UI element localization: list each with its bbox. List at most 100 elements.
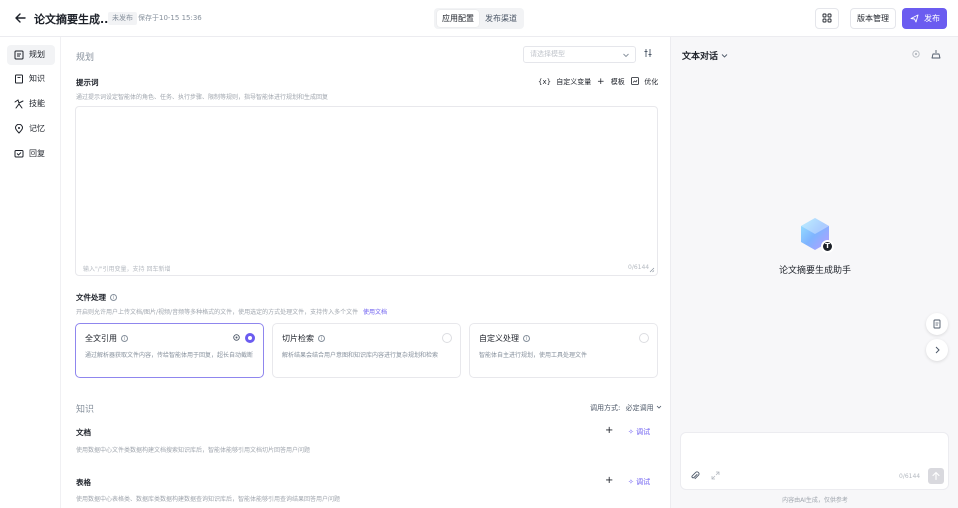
card-title-text: 全文引用: [85, 334, 117, 343]
chevron-down-icon: [623, 53, 629, 58]
tab-publish-channels[interactable]: 发布渠道: [480, 10, 522, 27]
model-select[interactable]: 请选择模型: [523, 46, 636, 63]
gear-icon[interactable]: [232, 333, 241, 342]
info-icon: i: [523, 335, 530, 342]
call-mode-label: 调用方式:: [590, 404, 621, 412]
nav-label: 记忆: [29, 124, 45, 133]
chat-counter: 0/6144: [899, 473, 921, 480]
file-processing-label: 文件处理 i: [76, 292, 117, 303]
version-management-button[interactable]: 版本管理: [850, 8, 896, 29]
chat-mode-label: 文本对话: [682, 52, 719, 62]
info-icon: i: [121, 335, 128, 342]
optimize-icon: [631, 77, 639, 85]
attachment-icon[interactable]: [690, 471, 700, 481]
info-icon: i: [318, 335, 325, 342]
radio-unselected[interactable]: [442, 333, 452, 343]
knowledge-doc-label: 文档: [76, 428, 91, 437]
doc-icon: [14, 50, 24, 60]
nav-item-plan[interactable]: 规划: [7, 45, 55, 65]
memory-icon: [14, 124, 24, 134]
radio-selected[interactable]: [245, 333, 255, 343]
publish-label: 发布: [924, 14, 940, 23]
chevron-down-icon: [721, 54, 728, 58]
call-mode-value: 必定调用: [625, 404, 654, 412]
expand-icon[interactable]: [711, 471, 720, 480]
prompt-textarea[interactable]: 输入"/"引用变量，支持 回车新增 0/6144: [75, 106, 658, 276]
file-processing-desc: 开启则允许用户上传文档/图片/视频/音频等多种格式的文件，使用选定的方式处理文件…: [76, 307, 387, 316]
nav-item-skills[interactable]: 技能: [7, 94, 55, 114]
send-icon: [910, 14, 919, 23]
custom-variable-button[interactable]: {x} 自定义变量: [538, 77, 591, 87]
reply-icon: [14, 150, 24, 158]
template-label: 模板: [610, 78, 625, 86]
section-heading-knowledge: 知识: [76, 405, 95, 415]
settings-gear-icon[interactable]: [911, 49, 921, 59]
prompt-desc: 通过提示词设定智能体的角色、任务、执行步骤、限制等规则，指导智能体进行规划和生成…: [76, 94, 329, 101]
publish-button[interactable]: 发布: [902, 8, 947, 29]
knowledge-table-label: 表格: [76, 478, 91, 487]
nav-item-reply[interactable]: 回复: [7, 144, 55, 164]
add-doc-plus-icon[interactable]: +: [605, 425, 613, 436]
card-title: 全文引用 i: [85, 333, 128, 344]
back-arrow-icon[interactable]: [13, 11, 27, 25]
avatar-letter-badge: T: [821, 240, 834, 253]
card-title-text: 切片检索: [282, 334, 314, 343]
tab-app-config[interactable]: 应用配置: [437, 10, 479, 27]
debug-doc-button[interactable]: ✧ 调试: [628, 427, 650, 437]
nav-label: 知识: [29, 74, 45, 83]
nav-item-memory[interactable]: 记忆: [7, 119, 55, 139]
book-icon: [15, 74, 23, 84]
file-option-custom[interactable]: 自定义处理 i 智能体自主进行规划，使用工具处理文件: [469, 323, 658, 378]
call-mode-select[interactable]: 调用方式: 必定调用: [590, 403, 662, 413]
config-tabs: 应用配置 发布渠道: [434, 8, 524, 29]
document-icon: [933, 319, 941, 329]
card-desc: 通过解析器获取文件内容，传给智能体用于回复，超长自动截断: [85, 352, 254, 359]
app-title: 论文摘要生成...: [34, 13, 113, 26]
chevron-down-icon: [656, 405, 662, 409]
clear-history-icon[interactable]: [931, 49, 941, 59]
optimize-label: 优化: [644, 78, 659, 86]
left-nav: 规划 知识 技能 记忆 回复: [0, 37, 61, 508]
radio-unselected[interactable]: [639, 333, 649, 343]
chat-mode-select[interactable]: 文本对话: [682, 49, 728, 62]
card-title-text: 自定义处理: [479, 334, 519, 343]
chevron-right-icon: [935, 346, 940, 354]
knowledge-doc-desc: 使用数据中心文件类数据构建文档搜索知识库后，智能体能够引用文档切片回答用户问题: [76, 447, 311, 454]
nav-label: 规划: [29, 50, 45, 59]
optimize-button[interactable]: 优化: [631, 77, 658, 87]
model-placeholder: 请选择模型: [530, 50, 565, 58]
template-button[interactable]: + 模板: [597, 77, 625, 87]
skill-icon: [14, 99, 24, 109]
custom-variable-label: 自定义变量: [556, 78, 592, 86]
expand-button[interactable]: [926, 339, 948, 361]
status-badge: 未发布: [108, 12, 137, 25]
card-title: 自定义处理 i: [479, 333, 530, 344]
top-bar: 论文摘要生成... 未发布 保存于10-15 15:36 应用配置 发布渠道 版…: [0, 0, 958, 37]
file-option-fulltext[interactable]: 全文引用 i 通过解析器获取文件内容，传给智能体用于回复，超长自动截断: [75, 323, 264, 378]
debug-table-button[interactable]: ✧ 调试: [628, 477, 650, 487]
send-button[interactable]: [928, 468, 944, 484]
notes-button[interactable]: [926, 313, 948, 335]
file-option-slice-search[interactable]: 切片检索 i 解析结果会结合用户意图和知识库内容进行复杂规划和检索: [272, 323, 461, 378]
prompt-placeholder: 输入"/"引用变量，支持 回车新增: [83, 266, 171, 273]
nav-label: 回复: [29, 149, 45, 158]
arrow-up-icon: [932, 471, 940, 481]
card-desc: 智能体自主进行规划，使用工具处理文件: [479, 352, 588, 359]
section-heading-plan: 规划: [76, 53, 95, 63]
variable-icon: {x}: [538, 78, 552, 86]
sliders-icon[interactable]: [643, 48, 653, 58]
nav-item-knowledge[interactable]: 知识: [7, 69, 55, 89]
chat-input[interactable]: 0/6144: [680, 432, 949, 490]
debug-label: 调试: [636, 478, 651, 486]
preview-panel: 文本对话 T 论文摘要生成助手 0/6144 内容由AI生成，仅供参考: [670, 37, 958, 508]
file-processing-desc-text: 开启则允许用户上传文档/图片/视频/音频等多种格式的文件，使用选定的方式处理文件…: [76, 309, 359, 316]
knowledge-table-desc: 使用数据中心表格类、数据库类数据构建数据查询知识库后，智能体能够引用查询结果回答…: [76, 496, 341, 503]
ai-disclaimer: 内容由AI生成，仅供参考: [782, 497, 848, 504]
grid-icon: [822, 13, 832, 23]
docs-link[interactable]: 使用文档: [363, 309, 387, 316]
add-table-plus-icon[interactable]: +: [605, 475, 613, 486]
resize-handle-icon[interactable]: [649, 267, 655, 273]
card-title: 切片检索 i: [282, 333, 325, 344]
grid-button[interactable]: [815, 8, 839, 29]
info-icon: i: [110, 294, 117, 301]
